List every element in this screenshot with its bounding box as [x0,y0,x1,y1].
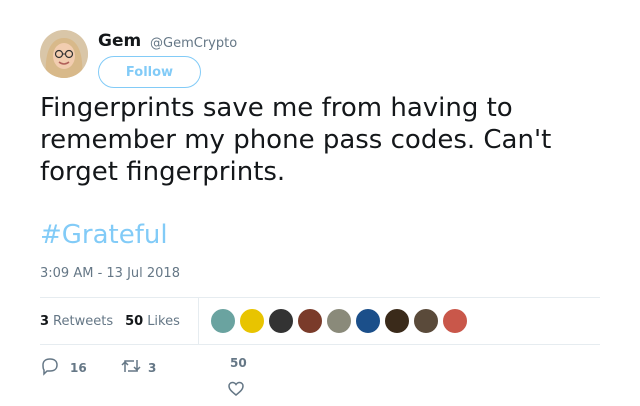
liker-avatar[interactable] [355,308,381,334]
hashtag-link[interactable]: #Grateful [40,220,168,250]
liker-avatar[interactable] [297,308,323,334]
like-button[interactable] [227,380,245,401]
follow-button[interactable]: Follow [98,56,201,88]
like-count: 50 [230,356,247,370]
retweet-count: 3 [148,360,157,375]
tweet-stats: 3 Retweets 50 Likes [40,298,192,344]
retweets-label[interactable]: Retweets [53,314,113,329]
tweet-actions: 16 3 50 [40,356,340,396]
avatar[interactable] [40,30,88,78]
liker-avatar[interactable] [239,308,265,334]
heart-icon [227,380,245,401]
liker-avatar[interactable] [268,308,294,334]
stats-bottom-divider [40,344,600,345]
reply-icon [40,356,60,379]
liker-avatar[interactable] [384,308,410,334]
liker-avatar[interactable] [442,308,468,334]
liker-avatar[interactable] [210,308,236,334]
likes-count[interactable]: 50 [125,314,143,329]
reply-count: 16 [70,360,87,375]
liker-avatar[interactable] [413,308,439,334]
reply-button[interactable]: 16 [40,356,87,379]
retweet-icon [120,356,142,379]
likers-avatars [210,308,468,334]
tweet-text: Fingerprints save me from having to reme… [40,93,552,187]
display-name[interactable]: Gem [98,31,141,51]
tweet-timestamp[interactable]: 3:09 AM - 13 Jul 2018 [40,266,180,281]
retweet-button[interactable]: 3 [120,356,156,379]
retweets-count[interactable]: 3 [40,314,49,329]
user-handle[interactable]: @GemCrypto [150,36,237,51]
liker-avatar[interactable] [326,308,352,334]
stats-separator [198,298,199,344]
likes-label[interactable]: Likes [147,314,180,329]
